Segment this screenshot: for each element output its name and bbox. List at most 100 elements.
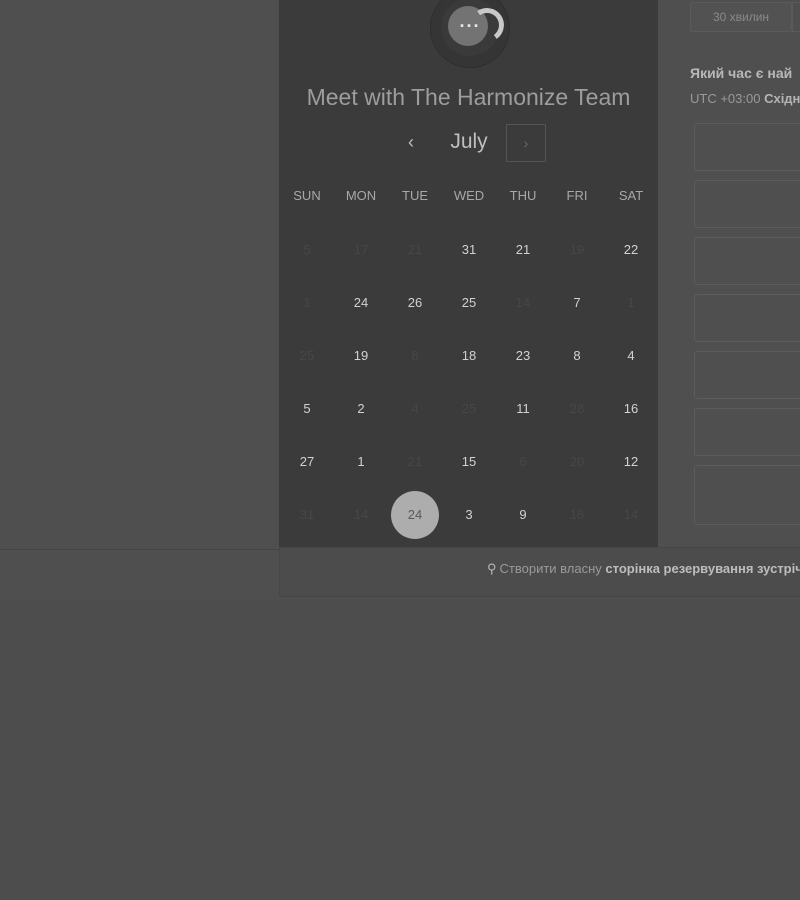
time-slot-button[interactable] [694,408,800,456]
day-number: 19 [569,242,585,257]
day-number: 26 [407,295,423,310]
weekday-1: MON [345,188,377,203]
time-slot-button[interactable] [694,294,800,342]
day-number: 5 [303,242,311,257]
calendar-day[interactable]: 9 [496,488,550,541]
calendar-day: 21 [388,223,442,276]
day-number: 11 [516,401,530,416]
calendar-day: 25 [442,382,496,435]
day-number: 14 [623,507,639,522]
time-slot-button[interactable] [694,351,800,399]
month-label: July [450,130,488,153]
selected-day[interactable]: 24 [388,488,442,541]
day-number: 31 [299,507,315,522]
calendar-day: 14 [604,488,658,541]
timezone-offset: UTC +03:00 [690,91,761,106]
day-number: 2 [357,401,365,416]
page-background-lower [0,600,800,900]
day-number: 24 [391,491,439,539]
booking-page-link[interactable]: сторінка резервування зустрічей [605,561,800,576]
duration-tab-next[interactable] [792,2,800,32]
time-slot-button[interactable] [694,123,800,171]
day-number: 5 [303,401,311,416]
calendar-day: 17 [334,223,388,276]
day-number: 20 [569,454,585,469]
meeting-title: Meet with The Harmonize Team [306,84,631,110]
day-number: 15 [461,454,477,469]
day-number: 21 [407,242,423,257]
day-number: 18 [569,507,585,522]
month-navigation: ‹ July › [279,122,658,164]
calendar-day: 4 [388,382,442,435]
day-number: 25 [299,348,315,363]
calendar-day: 31 [280,488,334,541]
duration-tab-30[interactable]: 30 хвилин [690,2,792,32]
weekday-6: SAT [618,188,644,203]
day-number: 7 [573,295,581,310]
calendar-day[interactable]: 12 [604,435,658,488]
day-number: 8 [573,348,581,363]
calendar-day: 14 [496,276,550,329]
calendar-day[interactable]: 24 [334,276,388,329]
weekday-5: FRI [566,188,588,203]
day-number: 14 [515,295,531,310]
hubspot-sprocket-icon: ⚲ [487,561,497,576]
day-number: 21 [515,242,531,257]
calendar-day[interactable]: 5 [280,382,334,435]
footer-promo: ⚲ Створити власну сторінка резервування з… [487,561,800,577]
calendar-day: 8 [388,329,442,382]
weekday-header: SUN MON TUE WED THU FRI SAT [280,188,658,208]
calendar-day[interactable]: 11 [496,382,550,435]
calendar-day[interactable]: 3 [442,488,496,541]
day-number: 23 [515,348,531,363]
weekday-3: WED [453,188,485,203]
chevron-left-icon[interactable]: ‹ [403,128,419,156]
timezone-name: Східн [764,91,800,106]
day-number: 25 [461,401,477,416]
day-number: 19 [353,348,369,363]
dots-icon: ··· [459,16,481,36]
time-question: Який час є най [690,65,793,81]
day-number: 25 [461,295,477,310]
calendar-day[interactable]: 16 [604,382,658,435]
time-slot-button[interactable] [694,465,800,525]
footer-text: Створити власну [499,561,602,576]
calendar-day[interactable]: 7 [550,276,604,329]
calendar-day[interactable]: 15 [442,435,496,488]
calendar-day: 6 [496,435,550,488]
calendar-day: 5 [280,223,334,276]
calendar-day[interactable]: 27 [280,435,334,488]
calendar-day[interactable]: 23 [496,329,550,382]
time-slot-button[interactable] [694,180,800,228]
day-number: 28 [569,401,585,416]
day-number: 12 [623,454,639,469]
calendar-day[interactable]: 19 [334,329,388,382]
calendar-day[interactable]: 2 [334,382,388,435]
timezone-selector[interactable]: UTC +03:00 Східн [690,91,800,106]
day-number: 31 [461,242,477,257]
calendar-day[interactable]: 25 [442,276,496,329]
calendar-day[interactable]: 18 [442,329,496,382]
day-number: 3 [465,507,473,522]
day-number: 9 [519,507,527,522]
time-slot-button[interactable] [694,237,800,285]
calendar-day: 25 [280,329,334,382]
calendar-day[interactable]: 8 [550,329,604,382]
calendar-day[interactable]: 21 [496,223,550,276]
calendar-day[interactable]: 31 [442,223,496,276]
day-number: 21 [407,454,423,469]
calendar-day[interactable]: 22 [604,223,658,276]
weekday-4: THU [509,188,537,203]
next-month-button[interactable]: › [506,124,546,162]
calendar-day[interactable]: 26 [388,276,442,329]
calendar-day: 1 [280,276,334,329]
day-number: 16 [623,401,639,416]
calendar-day[interactable]: 4 [604,329,658,382]
calendar-day: 1 [604,276,658,329]
day-number: 24 [353,295,369,310]
day-number: 18 [461,348,477,363]
calendar-day[interactable]: 1 [334,435,388,488]
weekday-0: SUN [293,188,321,203]
day-number: 22 [623,242,639,257]
day-number: 1 [627,295,635,310]
